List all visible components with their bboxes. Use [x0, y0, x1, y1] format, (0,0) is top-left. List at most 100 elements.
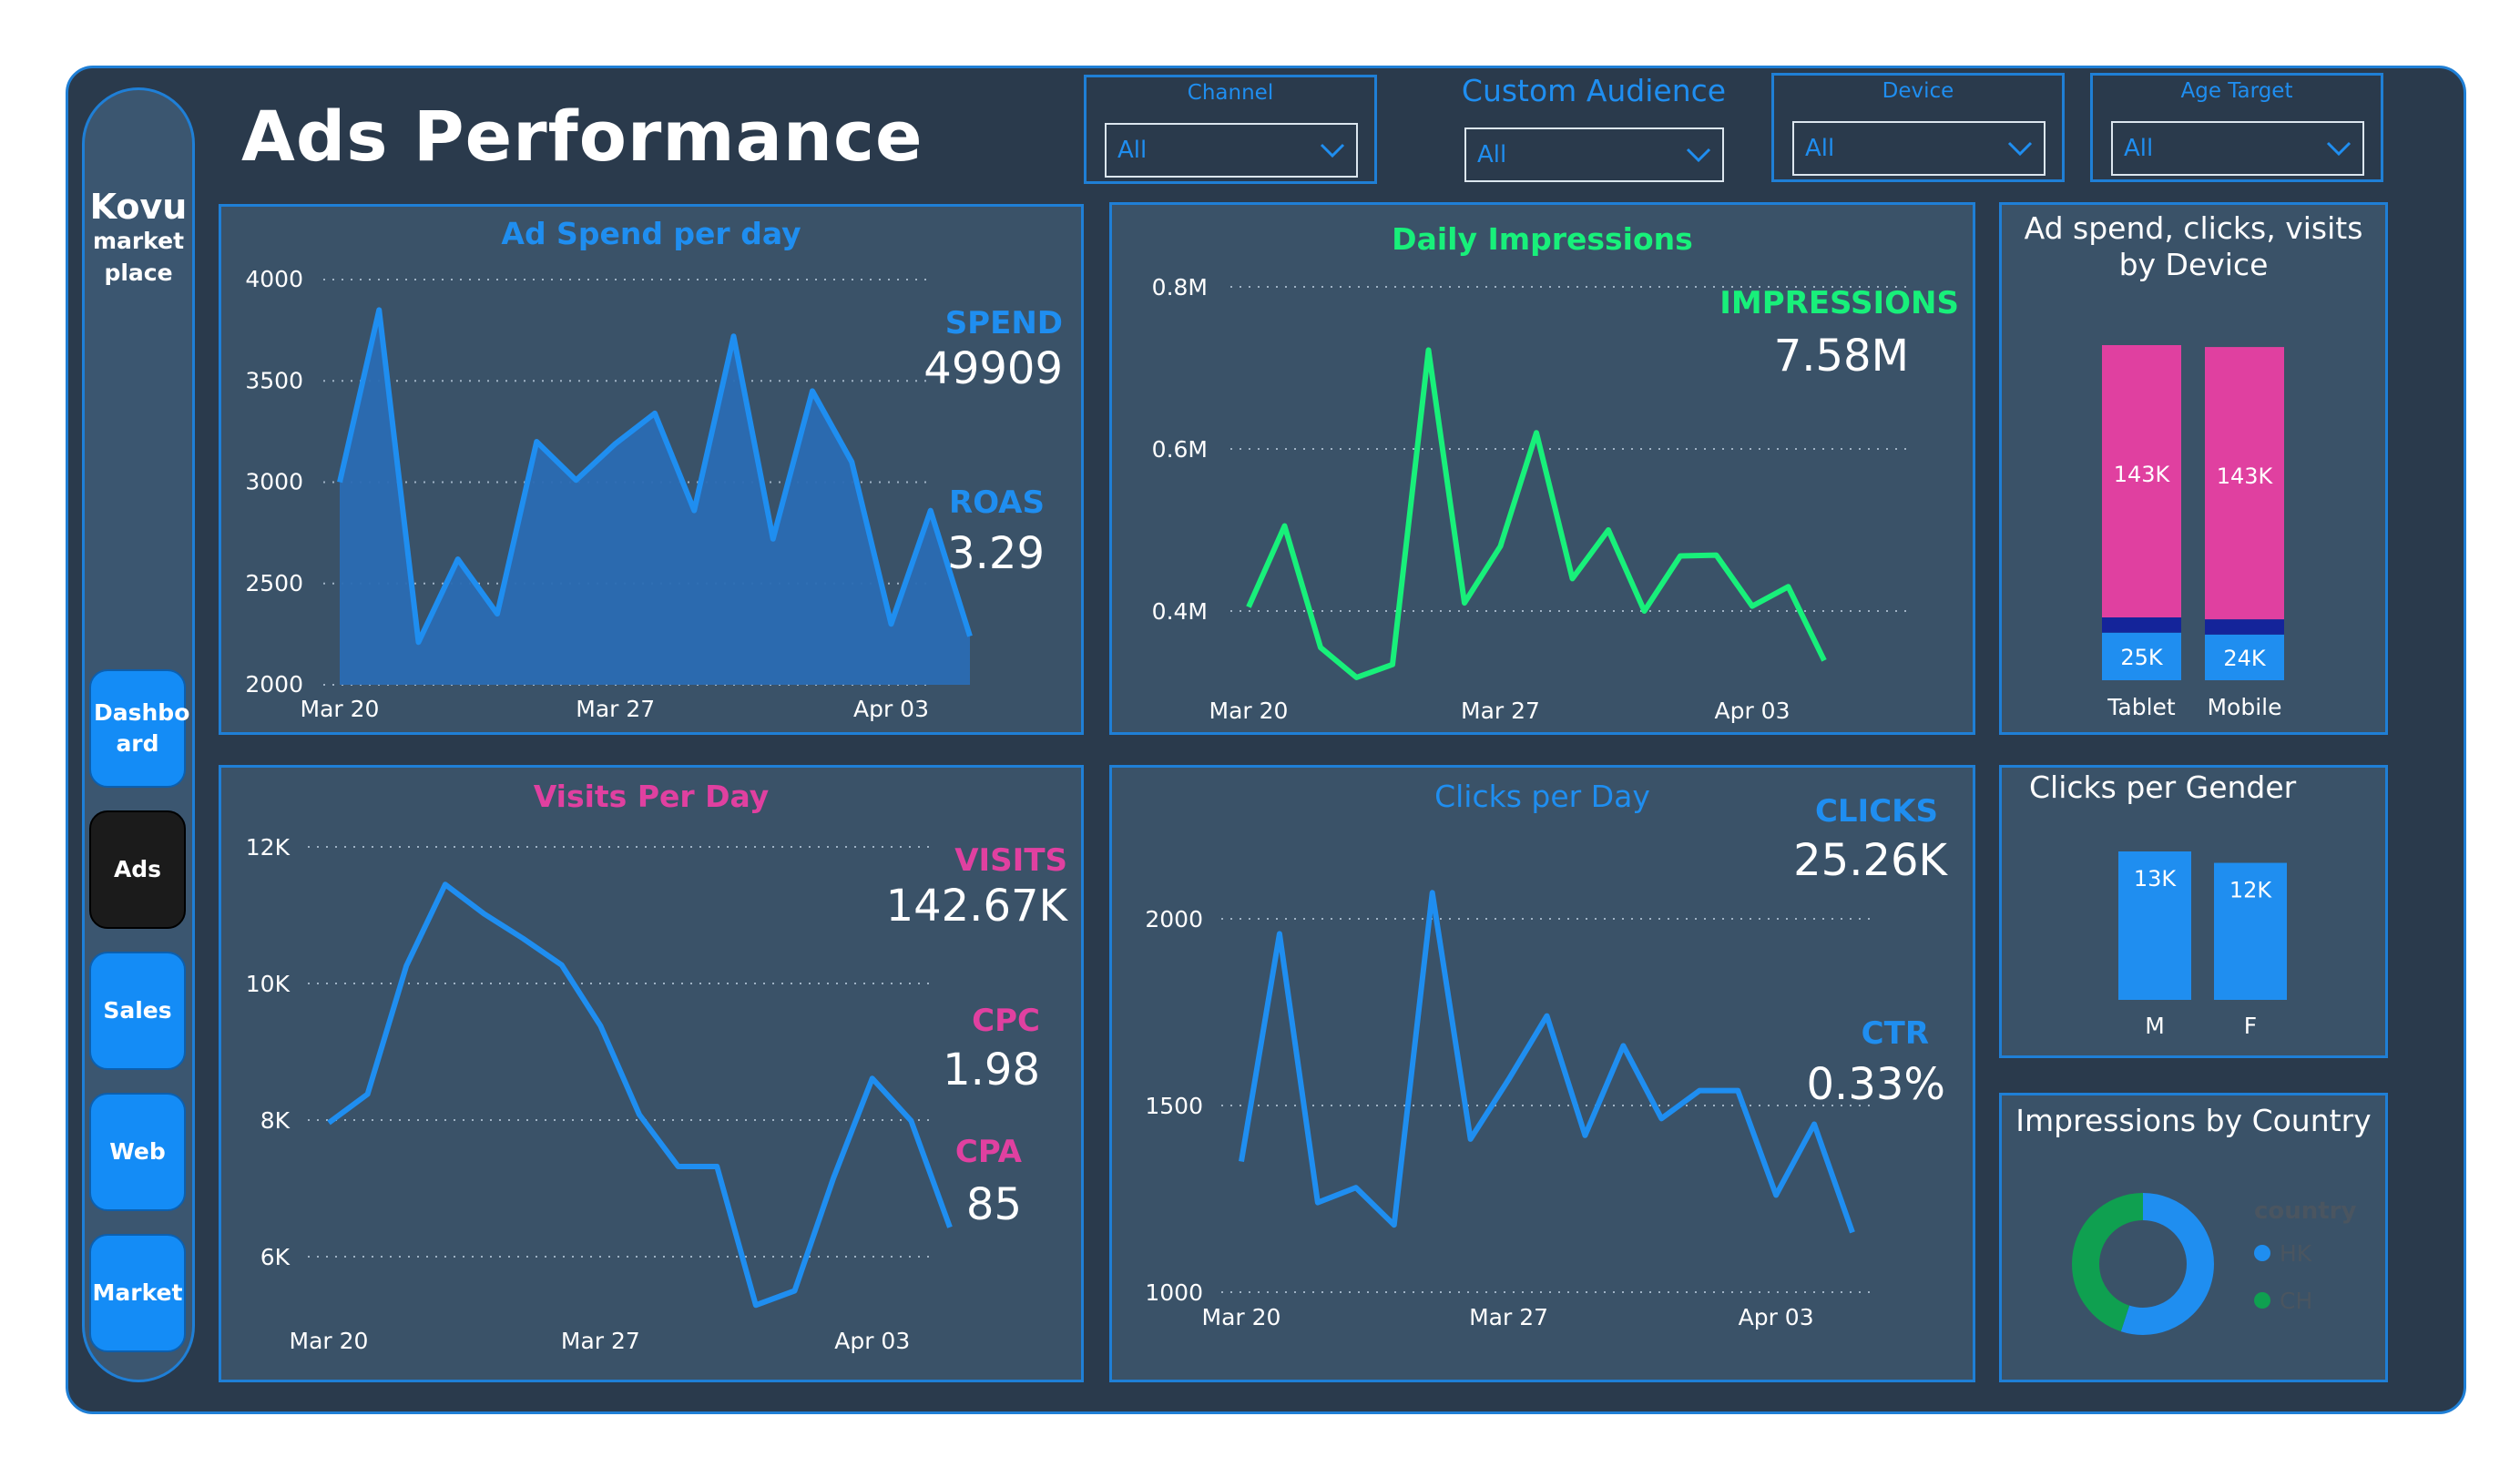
chevron-down-icon	[2007, 141, 2033, 157]
device-data-label: 143K	[2217, 464, 2274, 489]
nav-ads-label: Ads	[113, 856, 162, 882]
gender-card: Clicks per Gender 13K M 12K F	[1999, 765, 2388, 1058]
nav-ads-button[interactable]: Ads	[89, 810, 186, 929]
channel-filter-label: Channel	[1187, 81, 1274, 105]
clicks-x-tick-label: Apr 03	[1739, 1304, 1814, 1330]
country-legend-label: CH	[2280, 1288, 2312, 1314]
custom-audience-label: Custom Audience	[1461, 73, 1727, 108]
nav-sales-label: Sales	[103, 997, 172, 1024]
chevron-down-icon	[1320, 143, 1345, 158]
cpa-kpi-label: CPA	[954, 1134, 1022, 1170]
nav-market-label: Market	[92, 1279, 183, 1306]
impressions-y-tick-label: 0.4M	[1152, 598, 1208, 625]
custom-audience-dropdown[interactable]: All	[1464, 127, 1724, 182]
clicks-x-tick-label: Mar 20	[1202, 1304, 1281, 1330]
visits-card: Visits Per Day 6K 8K 10K 12K Mar 20 Mar 27 Apr…	[219, 765, 1084, 1382]
age-target-filter: Age Target All	[2090, 73, 2383, 182]
clicks-kpi-label: CLICKS	[1814, 793, 1938, 830]
brand-subtitle-line2: place	[104, 260, 173, 286]
country-card: Impressions by Country country HK CH	[1999, 1093, 2388, 1382]
roas-kpi: ROAS 3.29	[947, 484, 1045, 579]
impressions-y-tick-label: 0.8M	[1152, 274, 1208, 301]
daily-impressions-card: Daily Impressions 0.4M 0.6M 0.8M Mar 20 Mar …	[1109, 202, 1975, 735]
spend-x-tick-label: Apr 03	[853, 696, 929, 722]
channel-filter: Channel All	[1084, 75, 1377, 184]
cpa-kpi: CPA 85	[955, 1134, 1022, 1230]
channel-dropdown[interactable]: All	[1105, 123, 1358, 178]
device-filter-label: Device	[1882, 79, 1954, 103]
clicks-series-line	[1239, 890, 1855, 1234]
cpc-kpi-label: CPC	[972, 1003, 1040, 1039]
brand-name: Kovu	[89, 187, 188, 227]
visits-kpi: VISITS 142.67K	[886, 842, 1067, 932]
ctr-kpi-label: CTR	[1861, 1015, 1929, 1052]
device-data-label: 25K	[2120, 645, 2164, 670]
age-target-dropdown-value: All	[2124, 135, 2154, 162]
cpc-kpi: CPC 1.98	[943, 1003, 1040, 1095]
clicks-y-tick-label: 1500	[1145, 1093, 1203, 1119]
device-card: Ad spend, clicks, visits by Device 25K 14…	[1999, 202, 2388, 735]
device-bar-segment	[2205, 619, 2284, 635]
country-legend-marker	[2254, 1292, 2270, 1309]
device-data-label: 143K	[2114, 462, 2171, 487]
clicks-card: Clicks per Day 1000 1500 2000 Mar 20 Mar 27 A…	[1109, 765, 1975, 1382]
gender-data-label: 12K	[2229, 878, 2273, 903]
gender-category-label: M	[2145, 1013, 2165, 1039]
ad-spend-chart: 2000 2500 3000 3500 4000 Mar 20 Mar 27 Apr 03	[245, 266, 973, 722]
spend-y-tick-label: 4000	[245, 266, 303, 292]
impressions-x-tick-label: Apr 03	[1714, 698, 1790, 724]
visits-y-tick-label: 8K	[260, 1107, 291, 1134]
ctr-kpi: CTR 0.33%	[1807, 1015, 1945, 1110]
nav-market-button[interactable]: Market	[89, 1234, 186, 1352]
roas-kpi-label: ROAS	[949, 484, 1045, 521]
device-dropdown-value: All	[1805, 135, 1835, 162]
chevron-down-icon	[1686, 148, 1711, 163]
impressions-y-tick-label: 0.6M	[1152, 436, 1208, 463]
nav-web-label: Web	[109, 1138, 166, 1165]
ad-spend-card: Ad Spend per day 2000 2500 3000 3500 4000 Mar…	[219, 204, 1084, 735]
channel-dropdown-value: All	[1117, 137, 1148, 164]
impressions-kpi: IMPRESSIONS 7.58M	[1719, 285, 1959, 382]
visits-x-tick-label: Mar 27	[561, 1328, 640, 1354]
country-chart: country HK CH	[2072, 1193, 2357, 1335]
chevron-down-icon	[2326, 141, 2352, 157]
country-legend-label: HK	[2280, 1240, 2312, 1267]
age-target-filter-label: Age Target	[2180, 79, 2293, 103]
visits-kpi-label: VISITS	[954, 842, 1067, 879]
gender-data-label: 13K	[2134, 866, 2178, 892]
spend-area	[340, 310, 970, 685]
spend-x-tick-label: Mar 20	[301, 696, 380, 722]
device-category-label: Tablet	[2107, 694, 2176, 720]
visits-kpi-value: 142.67K	[885, 881, 1067, 932]
clicks-y-tick-label: 2000	[1145, 906, 1203, 932]
impressions-series-line	[1246, 347, 1827, 680]
brand-subtitle-line1: market	[92, 228, 185, 254]
clicks-x-tick-label: Mar 27	[1469, 1304, 1548, 1330]
visits-y-tick-label: 10K	[246, 971, 291, 997]
device-bar-segment	[2102, 617, 2181, 633]
nav-sales-button[interactable]: Sales	[89, 952, 186, 1070]
impressions-kpi-value: 7.58M	[1773, 331, 1909, 382]
country-legend-title: country	[2254, 1197, 2357, 1225]
clicks-y-tick-label: 1000	[1145, 1279, 1203, 1306]
clicks-kpi-value: 25.26K	[1793, 835, 1947, 886]
spend-y-tick-label: 3500	[245, 367, 303, 393]
spend-y-tick-label: 3000	[245, 469, 303, 495]
nav-dashboard-label: Dashbo ard	[94, 699, 190, 757]
nav-web-button[interactable]: Web	[89, 1093, 186, 1211]
visits-series-line	[327, 881, 953, 1309]
device-dropdown[interactable]: All	[1792, 121, 2046, 176]
visits-x-tick-label: Apr 03	[834, 1328, 910, 1354]
clicks-kpi: CLICKS 25.26K	[1793, 793, 1947, 886]
device-chart: 25K 143K Tablet 24K 143K Mobile	[2102, 345, 2284, 720]
gender-category-label: F	[2244, 1013, 2257, 1039]
visits-x-tick-label: Mar 20	[290, 1328, 369, 1354]
nav-dashboard-button[interactable]: Dashbo ard	[89, 669, 190, 788]
cpc-kpi-value: 1.98	[943, 1044, 1040, 1095]
device-filter: Device All	[1771, 73, 2065, 182]
spend-kpi: SPEND 49909	[923, 305, 1063, 394]
spend-y-tick-label: 2000	[245, 671, 303, 698]
cpa-kpi-value: 85	[965, 1179, 1022, 1230]
ctr-kpi-value: 0.33%	[1806, 1059, 1945, 1110]
age-target-dropdown[interactable]: All	[2111, 121, 2364, 176]
